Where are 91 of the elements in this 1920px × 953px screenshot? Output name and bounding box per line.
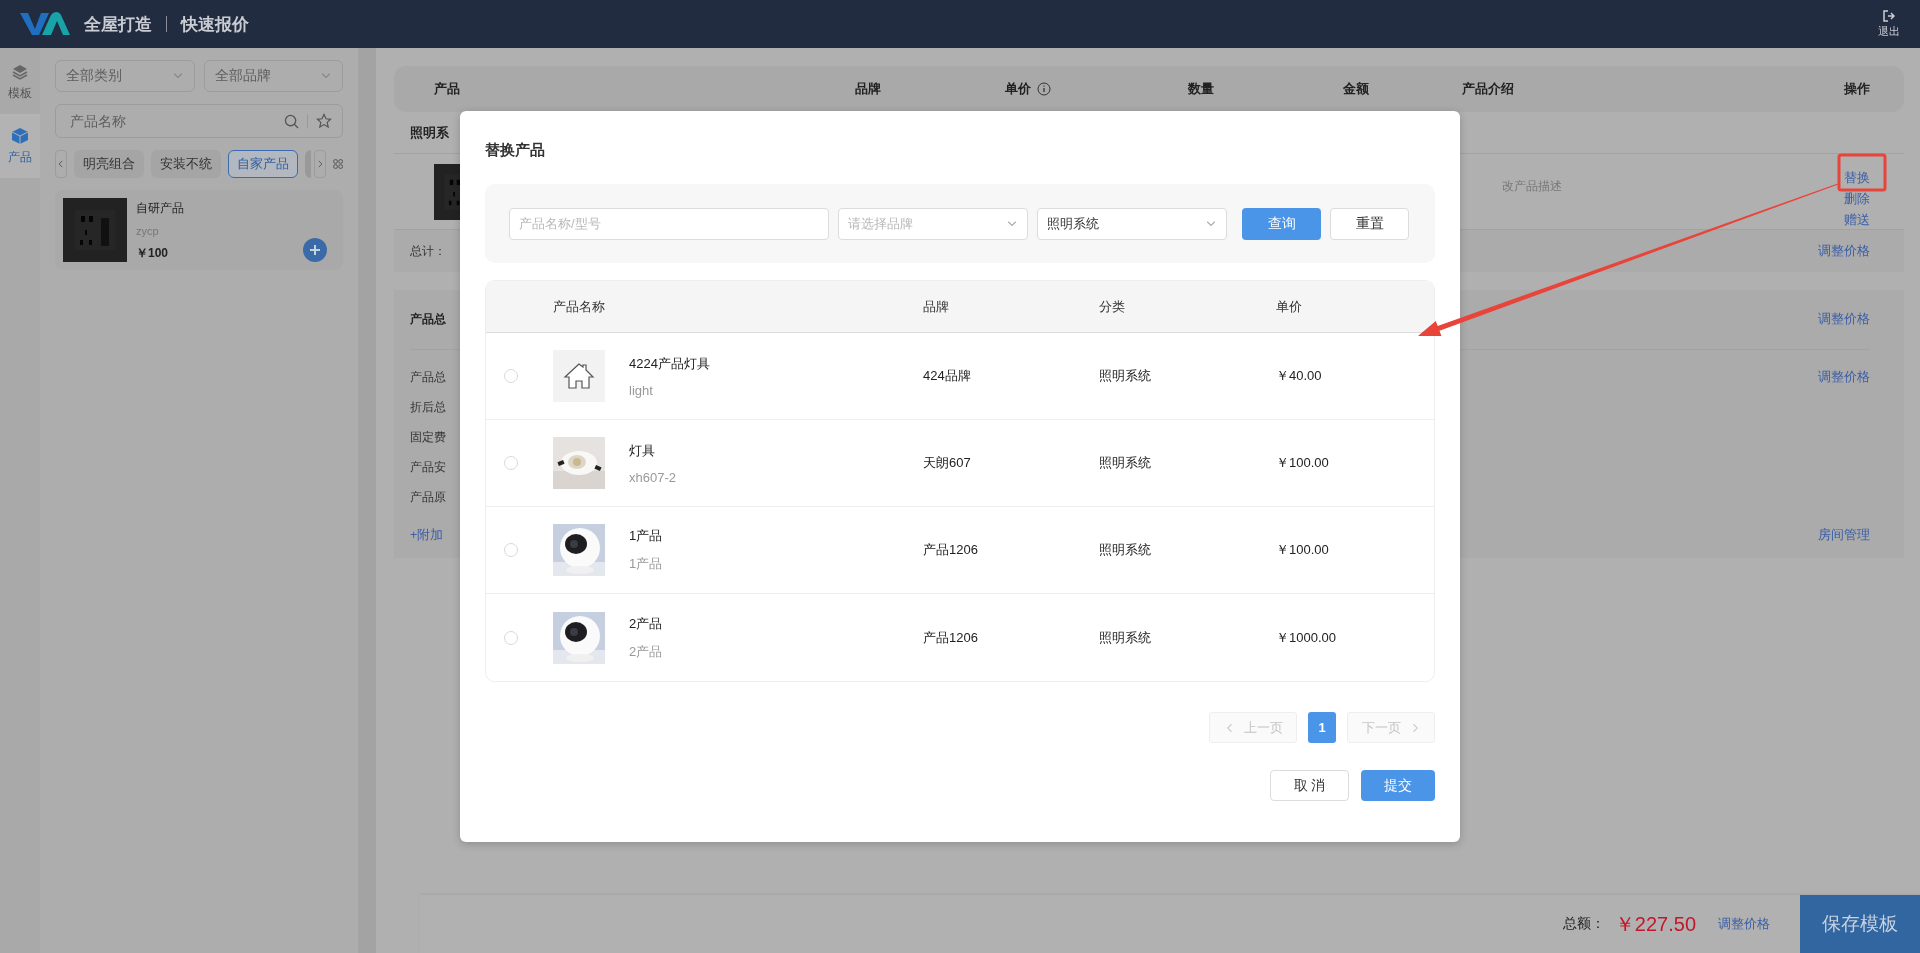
info-icon: [1037, 82, 1051, 96]
app-title: 全屋打造: [84, 13, 152, 36]
search-icon: [284, 113, 299, 129]
summary-label: 折后总: [410, 398, 446, 416]
adjust-price-link[interactable]: 调整价格: [1818, 311, 1870, 328]
price-cell-text: ￥1000.00: [1276, 628, 1337, 647]
filter-tag[interactable]: 安装不统: [151, 150, 221, 178]
filter-tag[interactable]: 明亮组合: [74, 150, 144, 178]
dialog-title: 替换产品: [485, 141, 546, 160]
product-code: xh607-2: [629, 469, 677, 485]
radio-button[interactable]: [504, 543, 518, 557]
plus-icon: [309, 244, 321, 256]
category-select[interactable]: 照明系统: [1037, 207, 1227, 240]
category-cell-text: 照明系统: [1099, 541, 1152, 559]
search-field[interactable]: 产品名称: [55, 104, 343, 138]
column-header: 品牌: [855, 80, 881, 98]
product-price: ￥100: [136, 245, 170, 262]
brand-cell-text: 天朗607: [923, 454, 972, 472]
action-link[interactable]: 赠送: [1844, 212, 1870, 229]
brand-cell-text: 产品1206: [923, 628, 979, 647]
total-amount: ￥227.50: [1614, 911, 1696, 937]
page-button[interactable]: 1: [1308, 712, 1336, 743]
page-title: 快速报价: [181, 13, 249, 36]
query-button[interactable]: 查询: [1242, 207, 1321, 240]
category-cell-text: 照明系统: [1099, 454, 1152, 472]
adjust-price-link[interactable]: 调整价格: [1818, 242, 1870, 260]
column-header: 品牌: [923, 297, 950, 316]
room-management-link[interactable]: 房间管理: [1818, 526, 1870, 544]
product-code: 2产品: [629, 642, 664, 661]
column-header: 分类: [1099, 297, 1126, 316]
column-header: 金额: [1343, 80, 1369, 98]
star-icon[interactable]: [316, 113, 332, 129]
product-search-field[interactable]: 产品名称/型号: [509, 207, 829, 240]
layers-icon: [11, 62, 29, 81]
category-cell-text: 照明系统: [1099, 628, 1152, 647]
cube-icon: [11, 126, 29, 145]
submit-button[interactable]: 提交: [1361, 770, 1435, 801]
action-link[interactable]: 删除: [1844, 191, 1870, 208]
filter-tag[interactable]: 自家产品: [228, 150, 298, 178]
house-icon: [553, 350, 605, 402]
logout-icon: [1883, 9, 1895, 22]
brand-cell-text: 产品1206: [923, 541, 979, 559]
summary-label: 固定费: [410, 428, 446, 446]
product-name: 4224产品灯具: [629, 354, 711, 373]
summary-label: 产品原: [410, 488, 446, 506]
product-name: 1产品: [629, 527, 664, 545]
column-header: 数量: [1188, 80, 1214, 98]
scroll-right-button[interactable]: [313, 150, 326, 178]
add-button[interactable]: [303, 238, 327, 262]
column-header: 单价: [1276, 297, 1303, 316]
logout-button[interactable]: 退出: [1878, 9, 1900, 39]
price-cell-text: ￥100.00: [1276, 454, 1330, 472]
scroll-left-button[interactable]: [55, 150, 67, 178]
group-title: 照明系: [410, 123, 449, 142]
rail-tab[interactable]: 产品: [0, 114, 40, 178]
grid-icon[interactable]: [332, 157, 343, 171]
adjust-price-link[interactable]: 调整价格: [1818, 368, 1870, 386]
column-header: 产品介绍: [1462, 80, 1514, 98]
highlight-frame: [1837, 153, 1887, 192]
summary-label: 产品总: [410, 368, 446, 386]
subtotal-label: 总计：: [410, 242, 446, 260]
brand-select[interactable]: 全部品牌: [203, 60, 343, 92]
product-name: 2产品: [629, 614, 664, 633]
add-fee-link[interactable]: +附加: [410, 526, 444, 544]
summary-title: 产品总: [410, 311, 446, 328]
brand-cell-text: 424品牌: [923, 367, 972, 385]
brand-select[interactable]: 请选择品牌: [838, 207, 1028, 240]
save-template-button[interactable]: 保存模板: [1800, 895, 1920, 953]
column-header: 单价: [1005, 80, 1031, 98]
product-name: 自研产品: [136, 200, 184, 217]
product-name: 灯具: [629, 441, 656, 460]
cancel-button[interactable]: 取 消: [1270, 770, 1349, 801]
price-cell-text: ￥40.00: [1276, 367, 1323, 385]
summary-label: 产品安: [410, 458, 446, 476]
action-link[interactable]: 替换: [1844, 170, 1870, 187]
total-label: 总额：: [1562, 915, 1605, 933]
radio-button[interactable]: [504, 630, 518, 645]
price-cell-text: ￥100.00: [1276, 541, 1330, 559]
search-input[interactable]: 产品名称: [68, 112, 276, 130]
radio-button[interactable]: [504, 369, 518, 383]
product-code: 1产品: [629, 555, 664, 573]
adjust-price-link[interactable]: 调整价格: [1718, 915, 1770, 933]
column-header: 产品名称: [553, 297, 606, 316]
category-cell-text: 照明系统: [1099, 367, 1152, 385]
column-header: 操作: [1844, 80, 1870, 98]
reset-button[interactable]: 重置: [1330, 207, 1409, 240]
radio-button[interactable]: [504, 456, 518, 470]
column-header: 产品: [434, 80, 460, 98]
chevron-left-icon: [56, 158, 66, 170]
product-code: light: [629, 382, 654, 398]
category-select[interactable]: 全部类别: [55, 60, 195, 92]
